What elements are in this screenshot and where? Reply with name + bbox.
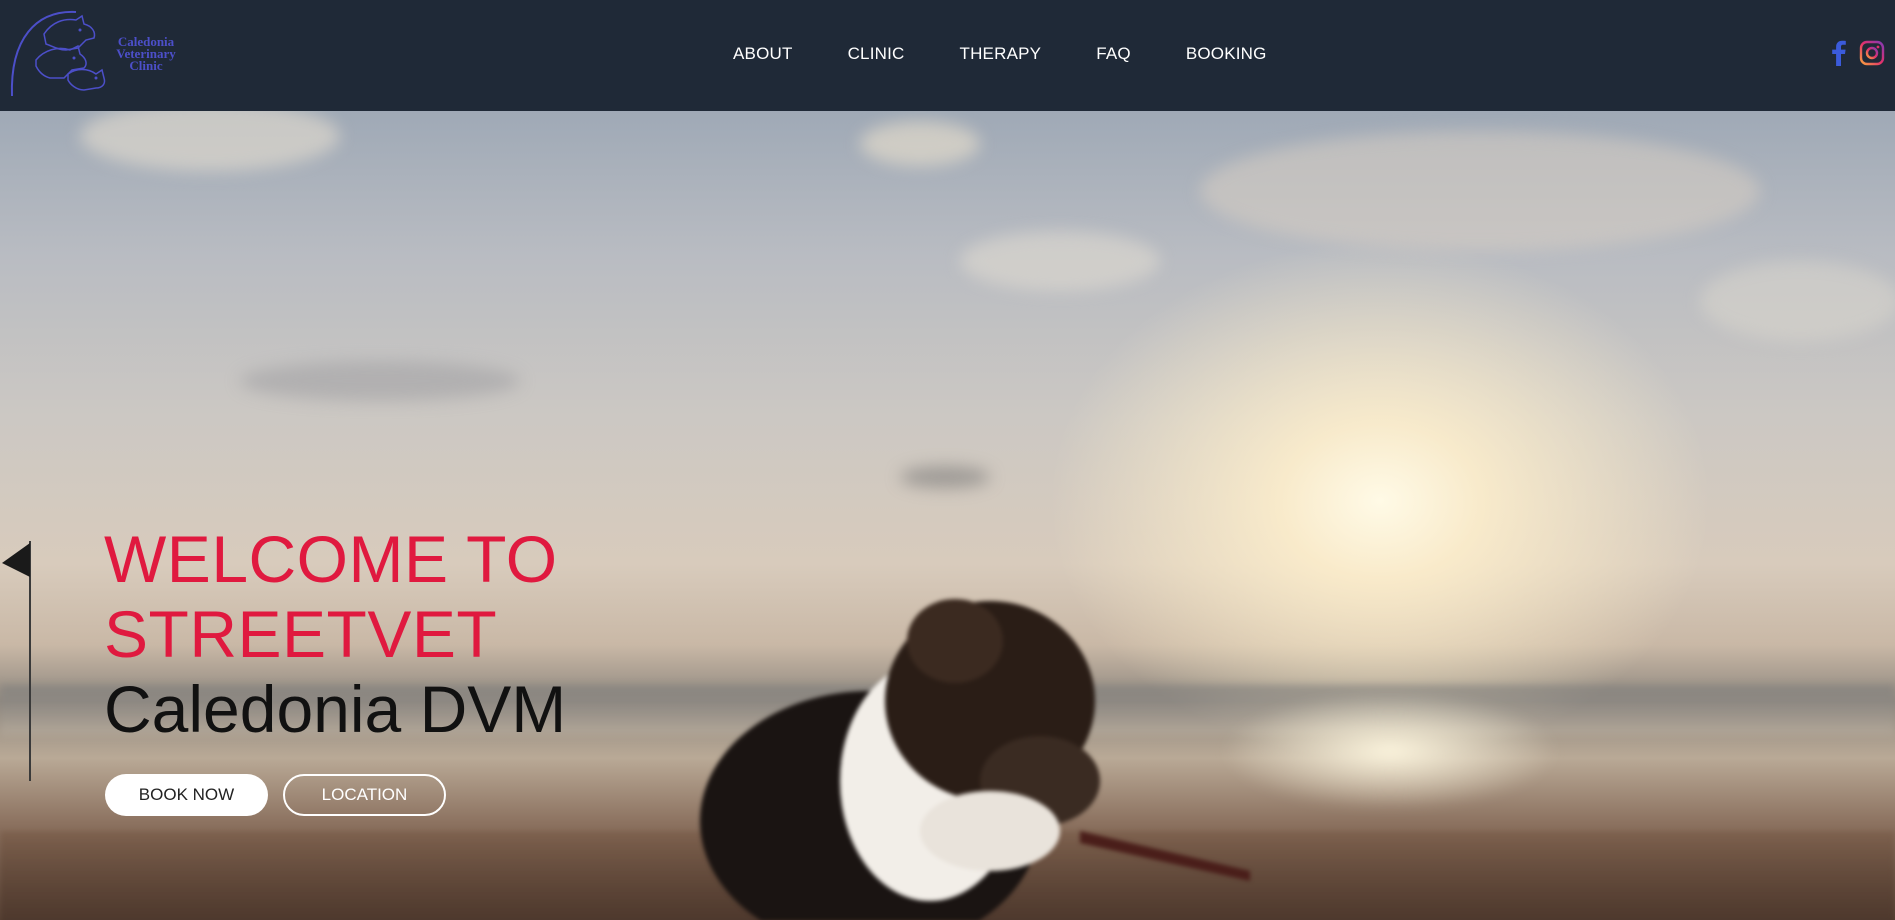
nav-item-faq[interactable]: FAQ xyxy=(1096,43,1131,65)
logo-text: Caledonia Veterinary Clinic xyxy=(106,35,186,73)
cloud xyxy=(900,466,990,488)
main-nav: ABOUT CLINIC THERAPY FAQ BOOKING xyxy=(733,43,1267,65)
hero-subtitle: Caledonia DVM xyxy=(104,672,567,746)
hero-title-line: WELCOME TO xyxy=(104,522,558,596)
nav-item-clinic[interactable]: CLINIC xyxy=(848,43,905,65)
location-button[interactable]: LOCATION xyxy=(283,774,446,816)
cloud xyxy=(80,111,340,171)
book-now-button[interactable]: BOOK NOW xyxy=(105,774,268,816)
hero-section: WELCOME TO STREETVET Caledonia DVM BOOK … xyxy=(0,111,1895,920)
nav-item-therapy[interactable]: THERAPY xyxy=(960,43,1042,65)
cloud xyxy=(860,121,980,166)
cloud xyxy=(240,361,520,401)
nav-item-booking[interactable]: BOOKING xyxy=(1186,43,1267,65)
cloud xyxy=(1700,261,1895,341)
facebook-icon[interactable] xyxy=(1828,40,1850,66)
social-links xyxy=(1828,40,1885,66)
clinic-logo[interactable]: Caledonia Veterinary Clinic xyxy=(6,4,184,99)
flag-icon xyxy=(2,541,31,781)
hero-title: WELCOME TO STREETVET xyxy=(104,522,558,672)
site-header: Caledonia Veterinary Clinic ABOUT CLINIC… xyxy=(0,0,1895,111)
hero-title-line: STREETVET xyxy=(104,597,498,671)
nav-item-about[interactable]: ABOUT xyxy=(733,43,793,65)
cloud xyxy=(1200,131,1760,251)
cloud xyxy=(960,231,1160,291)
logo-line: Clinic xyxy=(129,58,163,73)
instagram-icon[interactable] xyxy=(1859,40,1885,66)
sun-reflection xyxy=(1220,691,1560,811)
dog-photo xyxy=(700,599,1250,920)
